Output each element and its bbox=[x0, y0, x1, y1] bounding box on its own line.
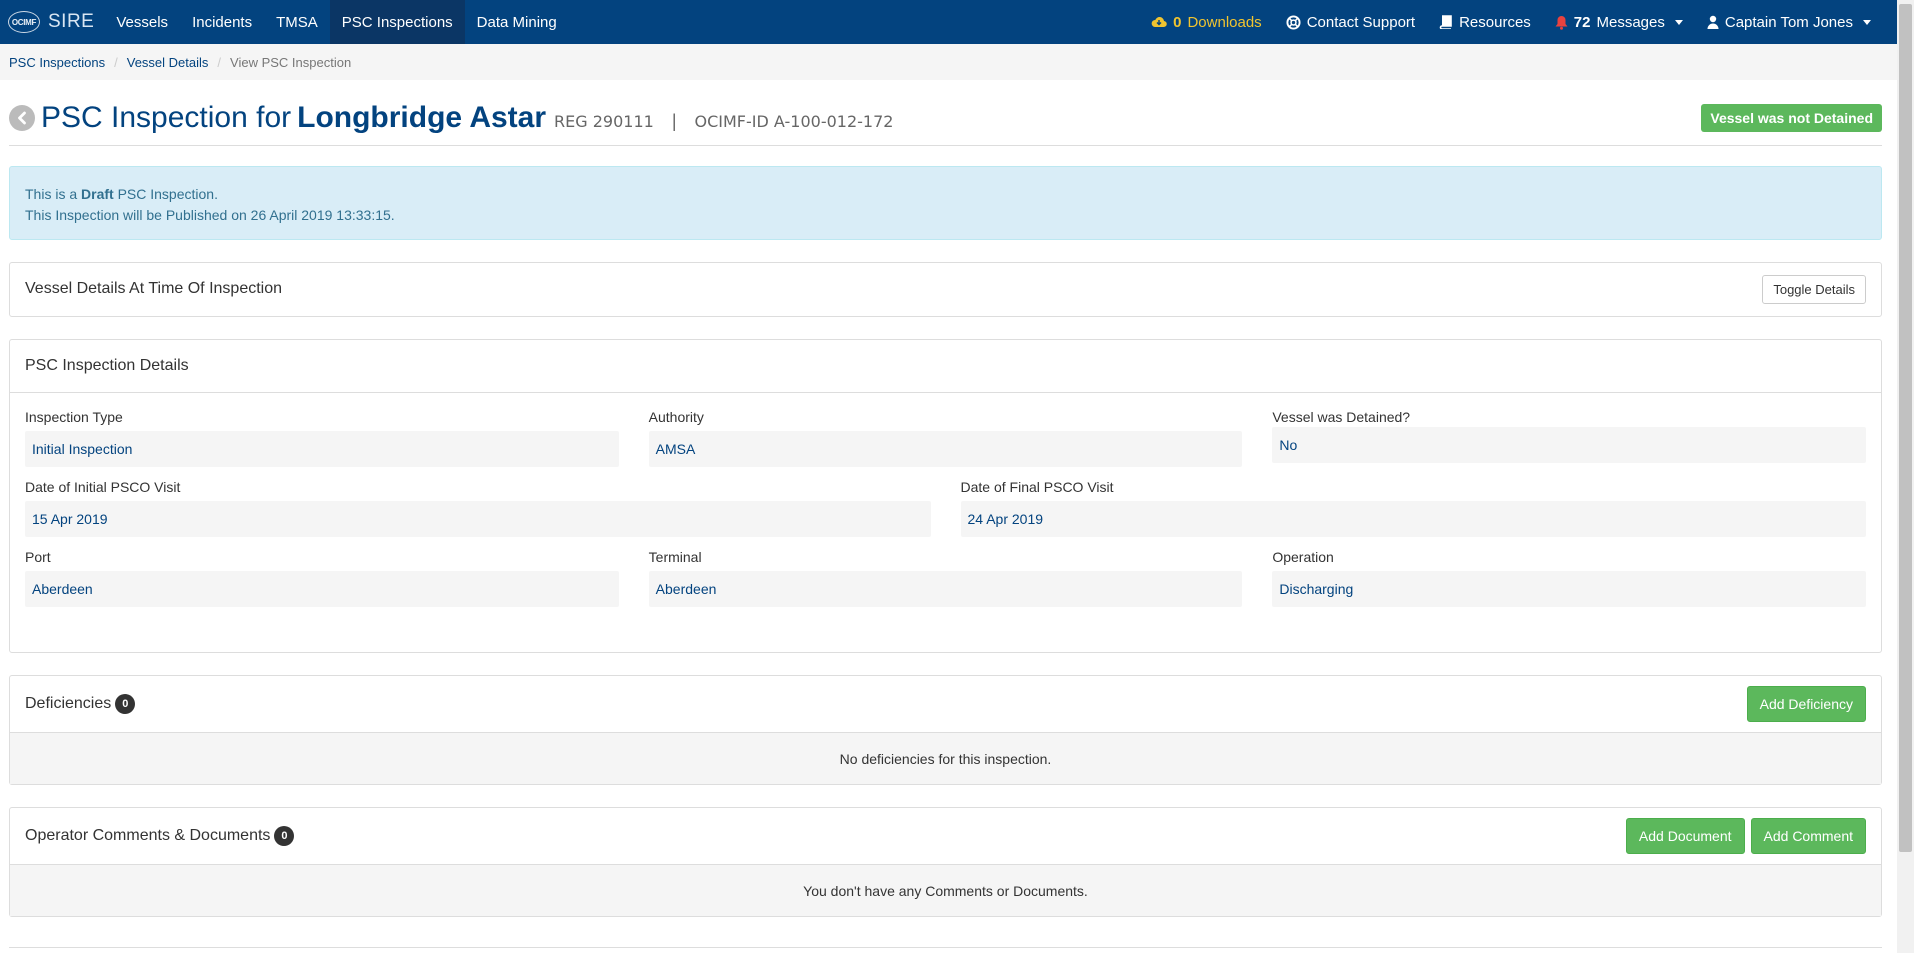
panel-title: PSC Inspection Details bbox=[25, 357, 189, 374]
deficiencies-count-badge: 0 bbox=[115, 694, 136, 714]
toggle-details-button[interactable]: Toggle Details bbox=[1762, 274, 1866, 304]
add-deficiency-button[interactable]: Add Deficiency bbox=[1746, 686, 1866, 722]
inspection-type-value: Initial Inspection bbox=[25, 431, 619, 467]
operation-value: Discharging bbox=[1272, 571, 1867, 607]
vessel-details-panel: Vessel Details At Time Of Inspection Tog… bbox=[9, 262, 1882, 317]
nav-incidents[interactable]: Incidents bbox=[180, 0, 264, 44]
breadcrumb-vessel-details[interactable]: Vessel Details bbox=[127, 55, 209, 70]
title-separator: | bbox=[671, 111, 677, 131]
nav-downloads[interactable]: 0 Downloads bbox=[1139, 0, 1274, 44]
comments-empty-message: You don't have any Comments or Documents… bbox=[10, 864, 1881, 916]
initial-visit-field: Date of Initial PSCO Visit 15 Apr 2019 bbox=[25, 479, 931, 537]
breadcrumb-separator: / bbox=[114, 54, 118, 70]
user-nav: 0 Downloads Contact Support Resources 72… bbox=[1139, 0, 1897, 44]
chevron-down-icon bbox=[1674, 19, 1683, 25]
comments-documents-panel: Operator Comments & Documents 0 Add Docu… bbox=[9, 807, 1882, 917]
page-title: PSC Inspection for bbox=[41, 100, 292, 134]
details-row: Date of Initial PSCO Visit 15 Apr 2019 D… bbox=[25, 479, 1866, 537]
cloud-download-icon bbox=[1151, 16, 1167, 28]
contact-support-label: Contact Support bbox=[1306, 13, 1416, 31]
breadcrumb-current: View PSC Inspection bbox=[230, 54, 352, 70]
add-document-button[interactable]: Add Document bbox=[1625, 818, 1745, 854]
chevron-left-circle-icon[interactable] bbox=[9, 104, 35, 131]
messages-label: Messages bbox=[1596, 13, 1665, 31]
details-row: Port Aberdeen Terminal Aberdeen Operatio… bbox=[25, 549, 1867, 607]
nav-tmsa[interactable]: TMSA bbox=[264, 0, 330, 44]
authority-value: AMSA bbox=[648, 431, 1243, 467]
operation-field: Operation Discharging bbox=[1272, 549, 1867, 607]
panel-heading: Deficiencies 0 Add Deficiency bbox=[10, 676, 1881, 732]
book-icon bbox=[1439, 15, 1453, 29]
nav-vessels[interactable]: Vessels bbox=[104, 0, 180, 44]
messages-count: 72 bbox=[1573, 13, 1591, 31]
terminal-value: Aberdeen bbox=[648, 571, 1243, 607]
nav-user-menu[interactable]: Captain Tom Jones bbox=[1695, 0, 1883, 44]
chevron-down-icon bbox=[1863, 19, 1871, 25]
scrollbar-thumb[interactable] bbox=[1899, 4, 1912, 852]
user-name: Captain Tom Jones bbox=[1724, 13, 1853, 31]
panel-heading: Vessel Details At Time Of Inspection Tog… bbox=[10, 263, 1881, 315]
authority-field: Authority AMSA bbox=[648, 409, 1243, 467]
footer-divider bbox=[9, 947, 1882, 948]
page-scrollbar[interactable] bbox=[1897, 0, 1914, 953]
brand[interactable]: OCIMF SIRE bbox=[0, 0, 104, 44]
deficiencies-panel: Deficiencies 0 Add Deficiency No deficie… bbox=[9, 675, 1882, 785]
nav-psc-inspections[interactable]: PSC Inspections bbox=[329, 0, 465, 44]
breadcrumb-separator: / bbox=[217, 54, 222, 70]
detained-field: Vessel was Detained? No bbox=[1272, 409, 1867, 467]
details-body: Inspection Type Initial Inspection Autho… bbox=[10, 392, 1881, 607]
final-visit-value: 24 Apr 2019 bbox=[960, 501, 1866, 537]
add-comment-button[interactable]: Add Comment bbox=[1750, 818, 1866, 854]
psc-inspection-details-panel: PSC Inspection Details Inspection Type I… bbox=[9, 339, 1882, 653]
top-navbar: OCIMF SIRE Vessels Incidents TMSA PSC In… bbox=[0, 0, 1897, 44]
ocimf-logo: OCIMF bbox=[8, 11, 40, 33]
port-field: Port Aberdeen bbox=[25, 549, 619, 607]
draft-alert: This is a Draft PSC Inspection. This Ins… bbox=[9, 166, 1882, 240]
panel-title: Vessel Details At Time Of Inspection bbox=[25, 280, 283, 297]
bell-icon bbox=[1555, 15, 1568, 30]
draft-label: Draft bbox=[81, 186, 114, 202]
nav-resources[interactable]: Resources bbox=[1427, 0, 1543, 44]
port-value: Aberdeen bbox=[25, 571, 619, 607]
breadcrumb-psc-inspections[interactable]: PSC Inspections bbox=[9, 55, 105, 70]
nav-messages[interactable]: 72 Messages bbox=[1543, 0, 1695, 44]
vessel-name: Longbridge Astar bbox=[297, 100, 547, 134]
final-visit-field: Date of Final PSCO Visit 24 Apr 2019 bbox=[960, 479, 1866, 537]
nav-contact-support[interactable]: Contact Support bbox=[1274, 0, 1427, 44]
main-nav: Vessels Incidents TMSA PSC Inspections D… bbox=[104, 0, 568, 44]
detained-status-badge: Vessel was not Detained bbox=[1701, 103, 1882, 132]
detained-value: No bbox=[1272, 427, 1867, 463]
user-icon bbox=[1707, 15, 1719, 29]
downloads-label: Downloads bbox=[1187, 13, 1262, 31]
panel-title: Deficiencies bbox=[25, 695, 112, 712]
inspection-type-field: Inspection Type Initial Inspection bbox=[25, 409, 619, 467]
panel-title: Operator Comments & Documents bbox=[25, 827, 271, 844]
resources-label: Resources bbox=[1459, 13, 1531, 31]
details-row: Inspection Type Initial Inspection Autho… bbox=[25, 409, 1867, 467]
deficiencies-empty-message: No deficiencies for this inspection. bbox=[10, 732, 1881, 784]
panel-heading: Operator Comments & Documents 0 Add Docu… bbox=[10, 808, 1881, 864]
downloads-count: 0 bbox=[1173, 13, 1182, 31]
ocimf-id: OCIMF-ID A-100-012-172 bbox=[694, 112, 894, 131]
panel-heading: PSC Inspection Details bbox=[10, 340, 1881, 392]
vessel-reg: REG 290111 bbox=[554, 112, 654, 131]
nav-data-mining[interactable]: Data Mining bbox=[465, 0, 569, 44]
alert-line-2: This Inspection will be Published on 26 … bbox=[25, 207, 395, 223]
alert-line-1: This is a Draft PSC Inspection. bbox=[25, 186, 218, 202]
breadcrumb: PSC Inspections / Vessel Details / View … bbox=[0, 44, 1897, 80]
initial-visit-value: 15 Apr 2019 bbox=[25, 501, 931, 537]
page-header: PSC Inspection for Longbridge Astar REG … bbox=[9, 90, 1882, 146]
lifebuoy-icon bbox=[1286, 14, 1301, 30]
brand-text: SIRE bbox=[48, 11, 95, 32]
terminal-field: Terminal Aberdeen bbox=[648, 549, 1243, 607]
comments-count-badge: 0 bbox=[274, 826, 295, 846]
